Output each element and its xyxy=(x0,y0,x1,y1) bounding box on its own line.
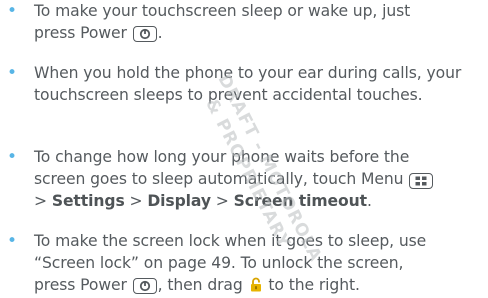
item-line: “Screen lock” on page 49. To unlock the … xyxy=(34,254,404,272)
list-item: • To make the screen lock when it goes t… xyxy=(7,230,486,298)
item-line: To make your touchscreen sleep or wake u… xyxy=(34,2,411,20)
settings-label: Settings xyxy=(51,192,125,210)
item-line: > Settings > Display > Screen timeout. xyxy=(34,192,372,210)
power-icon xyxy=(132,278,157,294)
bullet: • xyxy=(7,63,17,83)
menu-icon xyxy=(409,173,434,189)
list-item: • When you hold the phone to your ear du… xyxy=(7,62,486,106)
item-text: When you hold the phone to your ear duri… xyxy=(34,64,462,104)
item-line: To change how long your phone waits befo… xyxy=(34,148,410,166)
item-line: press Power . xyxy=(34,24,163,42)
item-line: press Power , then drag to the right. xyxy=(34,274,486,298)
bullet: • xyxy=(7,231,17,251)
item-line: To make the screen lock when it goes to … xyxy=(34,232,427,250)
padlock-icon xyxy=(250,276,262,298)
power-icon xyxy=(132,26,157,42)
list-item: • To change how long your phone waits be… xyxy=(7,146,486,212)
bullet: • xyxy=(7,147,17,167)
list-item: • To make your touchscreen sleep or wake… xyxy=(7,0,486,44)
item-line: screen goes to sleep automatically, touc… xyxy=(34,168,486,190)
bullet: • xyxy=(7,1,17,21)
display-label: Display xyxy=(147,192,211,210)
screen-timeout-label: Screen timeout xyxy=(233,192,367,210)
